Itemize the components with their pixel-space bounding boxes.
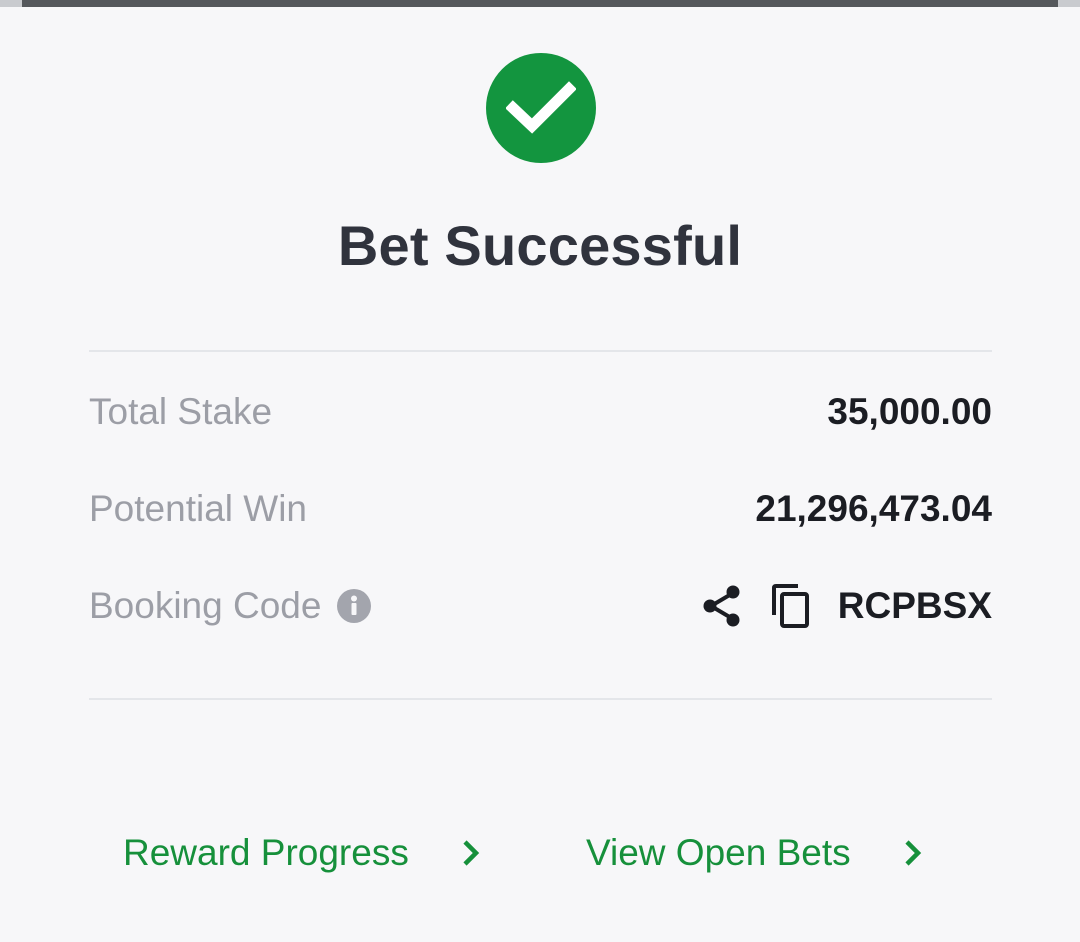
divider-top (89, 350, 992, 352)
total-stake-label: Total Stake (89, 391, 273, 432)
info-icon[interactable] (337, 589, 372, 623)
reward-progress-link[interactable]: Reward Progress (123, 821, 481, 885)
top-edge-corner-right (1058, 0, 1080, 7)
bet-success-sheet: Bet Successful Total Stake 35,000.00 Pot… (0, 7, 1080, 942)
copy-icon[interactable] (770, 583, 812, 629)
booking-code-label-group: Booking Code (89, 585, 372, 627)
reward-progress-label: Reward Progress (123, 832, 409, 873)
total-stake-value: 35,000.00 (827, 391, 992, 432)
page-title: Bet Successful (337, 214, 743, 277)
view-open-bets-link[interactable]: View Open Bets (586, 821, 923, 885)
total-stake-row: Total Stake 35,000.00 (89, 382, 992, 442)
chevron-right-icon (903, 838, 923, 868)
booking-code-label: Booking Code (89, 585, 322, 626)
potential-win-row: Potential Win 21,296,473.04 (89, 479, 992, 539)
share-icon[interactable] (702, 584, 742, 628)
booking-code-row: Booking Code RCPBSX (89, 576, 992, 636)
top-edge-strip (0, 0, 1080, 7)
checkmark-glyph (506, 81, 576, 134)
view-open-bets-label: View Open Bets (586, 832, 851, 873)
booking-code-value[interactable]: RCPBSX (838, 585, 992, 627)
potential-win-value: 21,296,473.04 (755, 488, 992, 529)
check-circle-icon (486, 53, 596, 163)
divider-bottom (89, 698, 992, 700)
chevron-right-icon (461, 838, 481, 868)
potential-win-label: Potential Win (89, 488, 307, 529)
top-edge-corner-left (0, 0, 22, 7)
booking-code-actions: RCPBSX (702, 583, 992, 629)
